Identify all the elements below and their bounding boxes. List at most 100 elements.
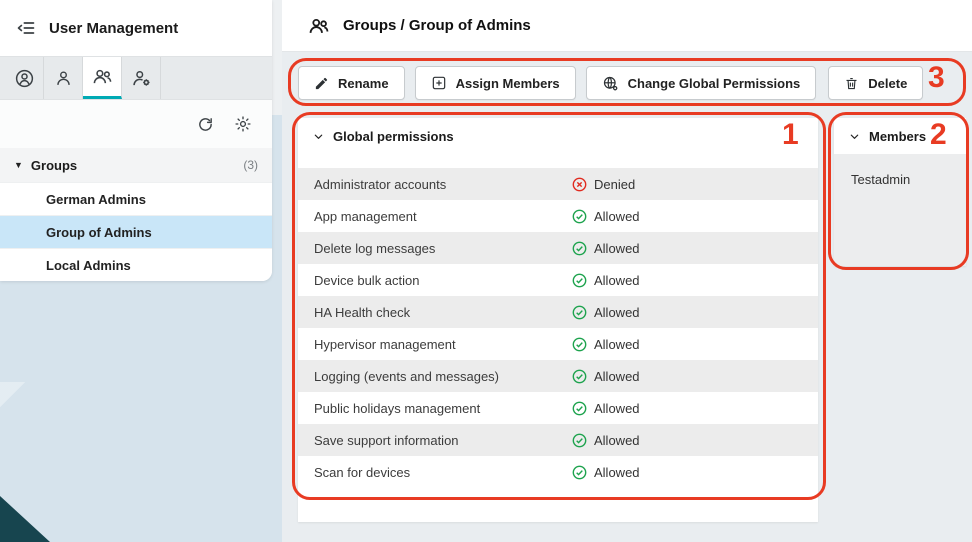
global-permissions-panel: Global permissions Administrator account… (298, 118, 818, 522)
sidebar: User Management (0, 0, 282, 542)
members-panel: Members Testadmin (834, 118, 966, 266)
permission-name: Device bulk action (314, 273, 572, 288)
tree-item-label: Group of Admins (46, 225, 152, 240)
sidebar-tabs (0, 56, 272, 100)
permission-name: Save support information (314, 433, 572, 448)
tab-groups[interactable] (83, 57, 122, 99)
allowed-icon (572, 305, 587, 320)
global-permissions-header[interactable]: Global permissions (298, 118, 818, 154)
permission-status: Allowed (572, 369, 640, 384)
permission-row: Delete log messages Allowed (298, 232, 818, 264)
tree-expand-icon: ▼ (14, 160, 23, 170)
groups-tree: ▼ Groups (3) German Admins Group of Admi… (0, 148, 272, 281)
tree-item-local-admins[interactable]: Local Admins (0, 248, 272, 281)
permission-name: Public holidays management (314, 401, 572, 416)
permission-status: Allowed (572, 465, 640, 480)
permission-row: Hypervisor management Allowed (298, 328, 818, 360)
sidebar-card: User Management (0, 0, 272, 281)
allowed-icon (572, 401, 587, 416)
user-icon (54, 69, 73, 88)
permission-name: Scan for devices (314, 465, 572, 480)
tab-user-profile[interactable] (5, 57, 44, 99)
status-label: Allowed (594, 273, 640, 288)
status-label: Allowed (594, 209, 640, 224)
user-group-icon (92, 66, 113, 87)
status-label: Denied (594, 177, 635, 192)
permission-row: App management Allowed (298, 200, 818, 232)
tree-item-label: Local Admins (46, 258, 131, 273)
sync-settings-icon[interactable] (234, 115, 252, 133)
allowed-icon (572, 273, 587, 288)
status-label: Allowed (594, 305, 640, 320)
allowed-icon (572, 465, 587, 480)
permission-name: Administrator accounts (314, 177, 572, 192)
status-label: Allowed (594, 465, 640, 480)
members-header[interactable]: Members (834, 118, 966, 154)
member-item[interactable]: Testadmin (851, 172, 910, 187)
status-label: Allowed (594, 369, 640, 384)
globe-gear-icon (602, 75, 619, 92)
tab-user-settings[interactable] (122, 57, 161, 99)
assign-members-label: Assign Members (456, 76, 560, 91)
status-label: Allowed (594, 401, 640, 416)
decorative-band (0, 382, 180, 542)
global-permissions-title: Global permissions (333, 129, 454, 144)
assign-members-icon (431, 75, 447, 91)
denied-icon (572, 177, 587, 192)
permission-row: Public holidays management Allowed (298, 392, 818, 424)
status-label: Allowed (594, 241, 640, 256)
permission-status: Denied (572, 177, 635, 192)
sidebar-header: User Management (0, 0, 272, 56)
allowed-icon (572, 433, 587, 448)
permissions-table: Administrator accounts Denied App manage… (298, 168, 818, 488)
status-label: Allowed (594, 433, 640, 448)
trash-icon (844, 76, 859, 91)
permission-row: Administrator accounts Denied (298, 168, 818, 200)
tree-group-header[interactable]: ▼ Groups (3) (0, 148, 272, 182)
refresh-icon[interactable] (197, 116, 214, 133)
permission-name: Logging (events and messages) (314, 369, 572, 384)
rename-button[interactable]: Rename (298, 66, 405, 100)
breadcrumb: Groups / Group of Admins (343, 17, 531, 34)
permission-row: Device bulk action Allowed (298, 264, 818, 296)
sidebar-actions (0, 100, 272, 148)
toolbar: Rename Assign Members (282, 52, 972, 110)
permission-row: HA Health check Allowed (298, 296, 818, 328)
collapse-sidebar-icon[interactable] (16, 18, 36, 38)
change-global-permissions-button[interactable]: Change Global Permissions (586, 66, 817, 100)
content: Global permissions Administrator account… (282, 110, 972, 522)
permission-status: Allowed (572, 273, 640, 288)
assign-members-button[interactable]: Assign Members (415, 66, 576, 100)
tree-item-german-admins[interactable]: German Admins (0, 182, 272, 215)
permission-name: App management (314, 209, 572, 224)
allowed-icon (572, 369, 587, 384)
chevron-down-icon (313, 131, 324, 142)
tree-item-label: German Admins (46, 192, 146, 207)
user-gear-icon (131, 68, 152, 89)
permission-status: Allowed (572, 305, 640, 320)
tree-count: (3) (243, 158, 258, 172)
main-area: Groups / Group of Admins Rename Assign M… (282, 0, 972, 542)
sidebar-title: User Management (49, 20, 178, 37)
allowed-icon (572, 241, 587, 256)
permission-name: HA Health check (314, 305, 572, 320)
permission-status: Allowed (572, 433, 640, 448)
pencil-icon (314, 76, 329, 91)
main-header: Groups / Group of Admins (282, 0, 972, 52)
change-global-permissions-label: Change Global Permissions (628, 76, 801, 91)
user-group-icon (308, 15, 330, 37)
permission-name: Hypervisor management (314, 337, 572, 352)
permission-row: Save support information Allowed (298, 424, 818, 456)
allowed-icon (572, 209, 587, 224)
chevron-down-icon (849, 131, 860, 142)
allowed-icon (572, 337, 587, 352)
members-title: Members (869, 129, 926, 144)
status-label: Allowed (594, 337, 640, 352)
permission-status: Allowed (572, 401, 640, 416)
tab-users[interactable] (44, 57, 83, 99)
rename-label: Rename (338, 76, 389, 91)
user-circle-icon (14, 68, 35, 89)
tree-item-group-of-admins[interactable]: Group of Admins (0, 215, 272, 248)
delete-button[interactable]: Delete (828, 66, 923, 100)
members-list: Testadmin (834, 154, 966, 266)
